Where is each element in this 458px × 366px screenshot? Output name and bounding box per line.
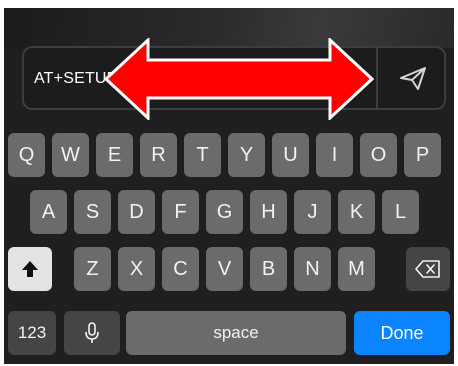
key-c[interactable]: C xyxy=(162,247,199,291)
key-p[interactable]: P xyxy=(404,133,441,177)
send-button[interactable] xyxy=(380,48,446,108)
shift-key[interactable] xyxy=(8,247,52,291)
keyboard: Q W E R T Y U I O P A S D F G H J K L Z … xyxy=(4,120,454,364)
key-e[interactable]: E xyxy=(96,133,133,177)
space-key[interactable]: space xyxy=(126,311,346,355)
key-g[interactable]: G xyxy=(206,190,243,234)
key-u[interactable]: U xyxy=(272,133,309,177)
key-d[interactable]: D xyxy=(118,190,155,234)
key-r[interactable]: R xyxy=(140,133,177,177)
key-q[interactable]: Q xyxy=(8,133,45,177)
key-y[interactable]: Y xyxy=(228,133,265,177)
key-s[interactable]: S xyxy=(74,190,111,234)
key-a[interactable]: A xyxy=(30,190,67,234)
key-l[interactable]: L xyxy=(382,190,419,234)
keyboard-screenshot: AT+SETUP Q W E R T Y U I O P A S D F G H… xyxy=(4,8,454,364)
key-t[interactable]: T xyxy=(184,133,221,177)
key-w[interactable]: W xyxy=(52,133,89,177)
key-n[interactable]: N xyxy=(294,247,331,291)
key-x[interactable]: X xyxy=(118,247,155,291)
paper-plane-icon xyxy=(400,67,426,90)
key-o[interactable]: O xyxy=(360,133,397,177)
shift-arrow-icon xyxy=(22,261,38,277)
dictation-key[interactable] xyxy=(64,311,120,355)
send-divider xyxy=(376,48,378,108)
key-h[interactable]: H xyxy=(250,190,287,234)
double-arrow-annotation xyxy=(104,38,374,120)
key-f[interactable]: F xyxy=(162,190,199,234)
done-key[interactable]: Done xyxy=(354,311,450,355)
key-b[interactable]: B xyxy=(250,247,287,291)
backspace-key[interactable] xyxy=(406,247,450,291)
key-i[interactable]: I xyxy=(316,133,353,177)
backspace-icon xyxy=(415,260,440,278)
key-z[interactable]: Z xyxy=(74,247,111,291)
key-v[interactable]: V xyxy=(206,247,243,291)
key-k[interactable]: K xyxy=(338,190,375,234)
key-j[interactable]: J xyxy=(294,190,331,234)
key-m[interactable]: M xyxy=(338,247,375,291)
numbers-key[interactable]: 123 xyxy=(8,311,56,355)
microphone-icon xyxy=(85,322,99,343)
